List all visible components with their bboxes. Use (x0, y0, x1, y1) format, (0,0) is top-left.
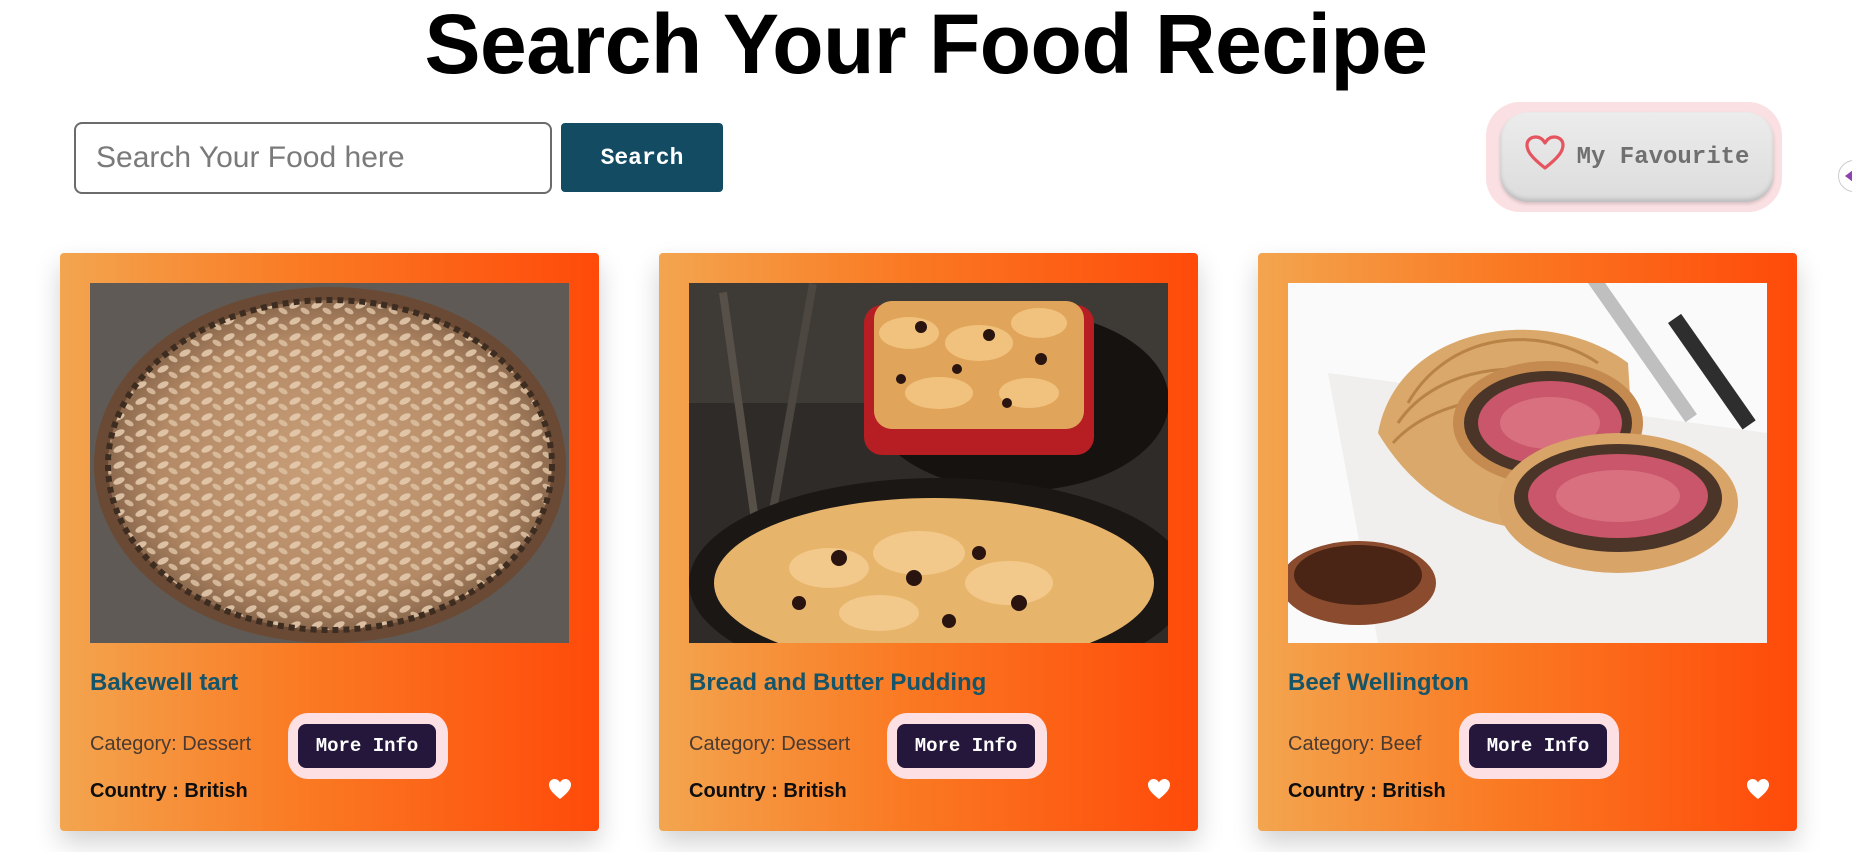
recipe-title: Bakewell tart (90, 669, 239, 696)
my-favourite-container: My Favourite (1486, 102, 1782, 212)
recipe-title: Bread and Butter Pudding (689, 669, 987, 696)
recipe-country: Country : British (90, 780, 248, 802)
heart-icon[interactable] (548, 778, 572, 800)
search-button[interactable]: Search (561, 123, 723, 192)
my-favourite-button[interactable]: My Favourite (1500, 112, 1774, 202)
more-info-button[interactable]: More Info (298, 724, 436, 768)
collapse-arrow-icon[interactable] (1838, 160, 1852, 192)
more-info-container: More Info (887, 713, 1047, 779)
recipe-country: Country : British (689, 780, 847, 802)
page-title: Search Your Food Recipe (424, 0, 1428, 91)
heart-icon[interactable] (1147, 778, 1171, 800)
recipe-card: Beef Wellington Category: Beef More Info… (1258, 253, 1797, 831)
bread-pudding-image (689, 283, 1168, 643)
recipe-title: Beef Wellington (1288, 669, 1469, 696)
search-input[interactable] (74, 122, 552, 194)
recipe-country: Country : British (1288, 780, 1446, 802)
recipe-category: Category: Dessert (90, 733, 252, 755)
my-favourite-label: My Favourite (1576, 143, 1750, 171)
bakewell-tart-image (90, 283, 569, 643)
heart-icon[interactable] (1746, 778, 1770, 800)
heart-outline-icon (1524, 135, 1565, 179)
recipe-card: Bakewell tart Category: Dessert More Inf… (60, 253, 599, 831)
more-info-container: More Info (288, 713, 448, 779)
more-info-button[interactable]: More Info (1469, 724, 1607, 768)
beef-wellington-image (1288, 283, 1767, 643)
recipe-card: Bread and Butter Pudding Category: Desse… (659, 253, 1198, 831)
recipe-category: Category: Beef (1288, 733, 1422, 755)
recipe-category: Category: Dessert (689, 733, 851, 755)
more-info-container: More Info (1459, 713, 1619, 779)
more-info-button[interactable]: More Info (897, 724, 1035, 768)
